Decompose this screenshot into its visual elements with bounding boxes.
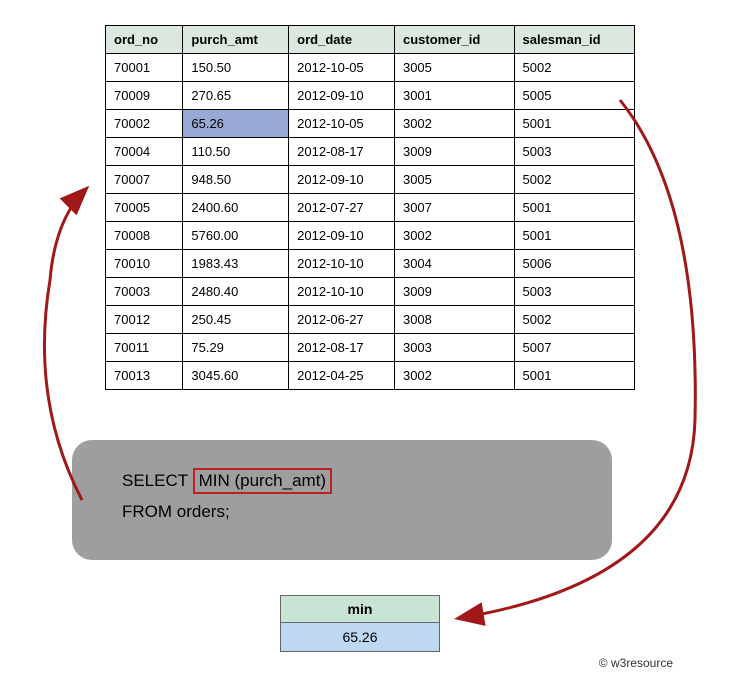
table-cell: 70007 xyxy=(106,166,183,194)
sql-from-line: FROM orders; xyxy=(122,502,562,522)
table-cell: 70004 xyxy=(106,138,183,166)
table-cell: 1983.43 xyxy=(183,250,289,278)
table-cell: 3005 xyxy=(394,54,514,82)
table-cell: 70008 xyxy=(106,222,183,250)
orders-table-container: ord_nopurch_amtord_datecustomer_idsalesm… xyxy=(105,25,713,390)
table-cell: 2012-10-10 xyxy=(289,278,395,306)
table-cell: 2012-09-10 xyxy=(289,222,395,250)
table-cell: 70001 xyxy=(106,54,183,82)
table-cell: 3009 xyxy=(394,278,514,306)
table-cell: 5003 xyxy=(514,278,635,306)
table-row: 70012250.452012-06-2730085002 xyxy=(106,306,635,334)
table-cell: 2480.40 xyxy=(183,278,289,306)
table-cell: 3007 xyxy=(394,194,514,222)
table-header-cell: customer_id xyxy=(394,26,514,54)
table-row: 7000265.262012-10-0530025001 xyxy=(106,110,635,138)
table-cell: 2012-08-17 xyxy=(289,138,395,166)
table-cell: 948.50 xyxy=(183,166,289,194)
table-cell: 5006 xyxy=(514,250,635,278)
sql-select-keyword: SELECT xyxy=(122,471,188,490)
credit-text: © w3resource xyxy=(599,656,673,670)
table-cell: 65.26 xyxy=(183,110,289,138)
table-cell: 2400.60 xyxy=(183,194,289,222)
table-cell: 2012-09-10 xyxy=(289,82,395,110)
table-cell: 250.45 xyxy=(183,306,289,334)
table-cell: 3045.60 xyxy=(183,362,289,390)
table-header-cell: purch_amt xyxy=(183,26,289,54)
table-cell: 5760.00 xyxy=(183,222,289,250)
table-row: 70007948.502012-09-1030055002 xyxy=(106,166,635,194)
table-cell: 70003 xyxy=(106,278,183,306)
table-cell: 5005 xyxy=(514,82,635,110)
table-cell: 5001 xyxy=(514,362,635,390)
table-cell: 70011 xyxy=(106,334,183,362)
table-cell: 5001 xyxy=(514,110,635,138)
table-cell: 150.50 xyxy=(183,54,289,82)
table-header-row: ord_nopurch_amtord_datecustomer_idsalesm… xyxy=(106,26,635,54)
sql-aggregate-highlight: MIN (purch_amt) xyxy=(193,468,333,494)
sql-select-line: SELECT MIN (purch_amt) xyxy=(122,468,562,494)
table-row: 700052400.602012-07-2730075001 xyxy=(106,194,635,222)
table-cell: 70012 xyxy=(106,306,183,334)
table-cell: 3001 xyxy=(394,82,514,110)
sql-query-box: SELECT MIN (purch_amt) FROM orders; xyxy=(72,440,612,560)
table-header-cell: salesman_id xyxy=(514,26,635,54)
table-cell: 270.65 xyxy=(183,82,289,110)
orders-table: ord_nopurch_amtord_datecustomer_idsalesm… xyxy=(105,25,635,390)
table-cell: 3003 xyxy=(394,334,514,362)
table-row: 7001175.292012-08-1730035007 xyxy=(106,334,635,362)
table-header-cell: ord_date xyxy=(289,26,395,54)
table-cell: 70010 xyxy=(106,250,183,278)
table-cell: 5007 xyxy=(514,334,635,362)
table-cell: 3002 xyxy=(394,222,514,250)
table-cell: 70009 xyxy=(106,82,183,110)
table-cell: 3008 xyxy=(394,306,514,334)
result-header: min xyxy=(281,596,439,623)
table-cell: 5002 xyxy=(514,166,635,194)
table-row: 70009270.652012-09-1030015005 xyxy=(106,82,635,110)
table-cell: 3009 xyxy=(394,138,514,166)
table-cell: 2012-09-10 xyxy=(289,166,395,194)
table-row: 70001150.502012-10-0530055002 xyxy=(106,54,635,82)
table-cell: 2012-07-27 xyxy=(289,194,395,222)
table-header-cell: ord_no xyxy=(106,26,183,54)
result-value: 65.26 xyxy=(281,623,439,651)
table-cell: 75.29 xyxy=(183,334,289,362)
table-cell: 2012-10-10 xyxy=(289,250,395,278)
table-cell: 2012-04-25 xyxy=(289,362,395,390)
table-cell: 5001 xyxy=(514,222,635,250)
table-cell: 2012-10-05 xyxy=(289,110,395,138)
table-cell: 3002 xyxy=(394,110,514,138)
table-cell: 70013 xyxy=(106,362,183,390)
table-cell: 5002 xyxy=(514,306,635,334)
table-cell: 70005 xyxy=(106,194,183,222)
table-row: 70004110.502012-08-1730095003 xyxy=(106,138,635,166)
table-cell: 5003 xyxy=(514,138,635,166)
table-cell: 2012-06-27 xyxy=(289,306,395,334)
table-row: 700032480.402012-10-1030095003 xyxy=(106,278,635,306)
table-cell: 3002 xyxy=(394,362,514,390)
table-row: 700133045.602012-04-2530025001 xyxy=(106,362,635,390)
result-box: min 65.26 xyxy=(280,595,440,652)
table-row: 700101983.432012-10-1030045006 xyxy=(106,250,635,278)
table-cell: 3004 xyxy=(394,250,514,278)
table-cell: 110.50 xyxy=(183,138,289,166)
table-cell: 2012-10-05 xyxy=(289,54,395,82)
table-row: 700085760.002012-09-1030025001 xyxy=(106,222,635,250)
table-cell: 2012-08-17 xyxy=(289,334,395,362)
table-cell: 70002 xyxy=(106,110,183,138)
table-cell: 3005 xyxy=(394,166,514,194)
table-cell: 5001 xyxy=(514,194,635,222)
table-cell: 5002 xyxy=(514,54,635,82)
